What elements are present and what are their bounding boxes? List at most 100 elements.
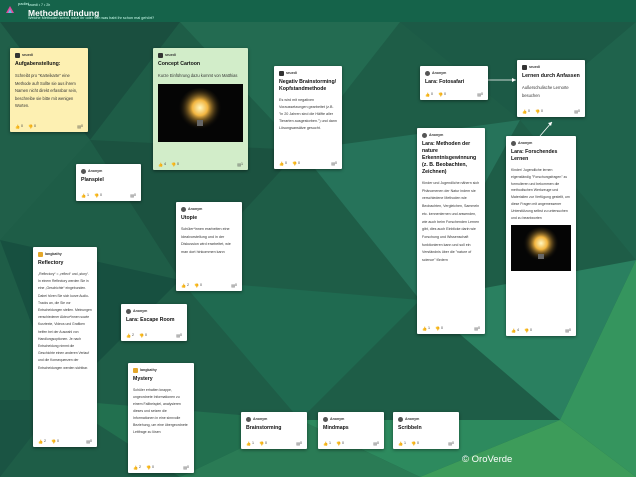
thumbs-up-icon[interactable]: 👍 [398,441,403,446]
comment-count: 0 [569,328,571,332]
card-title: Aufgabenstellung: [15,61,61,67]
card-scribbeln[interactable]: Anonym Scribbeln 👍 1 👎 0 ▤ 0 [393,412,459,449]
thumbs-down-icon[interactable]: 👎 [139,333,144,338]
avatar [38,251,43,257]
like-count: 1 [251,441,254,445]
card-text: Kurze Einführung dazu kommt von Matthias [158,73,238,78]
like-count: 0 [20,124,23,128]
thumbs-down-icon[interactable]: 👎 [438,92,443,97]
thumbs-up-icon[interactable]: 👍 [246,441,251,446]
thumbs-up-icon[interactable]: 👍 [133,465,138,470]
card-text: Schreibt pro "Karteikarte" eine Methode … [15,73,78,109]
card-text: Kinder/ Jugendliche lernen eigenständig … [511,168,570,220]
card-author: Anonym [253,417,268,421]
card-text: „Reflectory“ = „reflect“ und „story“. In… [38,272,92,370]
card-title: Lara: Fotosafari [425,79,465,85]
card-footer: 👍 1 👎 0 ▤ 0 [246,440,302,446]
lightbulb-image[interactable] [158,83,243,142]
like-count: 1 [86,193,89,197]
card-title: Lernen durch Anfassen [522,73,580,79]
like-count: 1 [328,441,331,445]
avatar [522,64,527,70]
card-author: Anonym [133,309,148,313]
avatar [181,206,186,212]
comment-count: 1 [241,162,243,166]
thumbs-up-icon[interactable]: 👍 [425,92,430,97]
thumbs-down-icon[interactable]: 👎 [535,109,540,114]
card-text: Außerschulische Lernorte besuchen [522,85,569,98]
like-count: 2 [138,465,141,469]
card-title: Negativ Brainstorming/ Kopfstandmethode [279,79,337,92]
card-brainstorming[interactable]: Anonym Brainstorming 👍 1 👎 0 ▤ 0 [241,412,307,449]
thumbs-down-icon[interactable]: 👎 [411,441,416,446]
like-count: 2 [43,439,46,443]
card-concept-cartoon[interactable]: sruedi Concept Cartoon Kurze Einführung … [153,48,248,170]
card-footer: 👍 4 👎 0 ▤ 0 [511,327,571,333]
card-footer: 👍 1 👎 0 ▤ 0 [422,325,480,331]
thumbs-up-icon[interactable]: 👍 [15,124,20,129]
card-mystery[interactable]: langkathy Mystery Schüler erhalten knapp… [128,363,194,473]
comment-count: 0 [578,109,580,113]
avatar [511,140,516,146]
thumbs-up-icon[interactable]: 👍 [38,439,43,444]
like-count: 0 [284,161,287,165]
thumbs-down-icon[interactable]: 👎 [28,124,33,129]
card-author: Anonym [405,417,420,421]
dislike-count: 0 [144,333,147,337]
lightbulb-image[interactable] [511,225,571,272]
thumbs-up-icon[interactable]: 👍 [126,333,131,338]
thumbs-up-icon[interactable]: 👍 [522,109,527,114]
dislike-count: 0 [99,193,102,197]
card-methoden-erkenntnisgewinnung[interactable]: Anonym Lara: Methoden der nature Erkennt… [417,128,485,334]
thumbs-up-icon[interactable]: 👍 [181,283,186,288]
comment-count: 0 [377,441,379,445]
thumbs-down-icon[interactable]: 👎 [94,193,99,198]
card-footer: 👍 2 👎 0 ▤ 0 [126,332,182,338]
card-author: Anonym [432,71,447,75]
thumbs-down-icon[interactable]: 👎 [146,465,151,470]
card-lernen-durch-anfassen[interactable]: sruedi Lernen durch Anfassen Außerschuli… [517,60,585,117]
card-planspiel[interactable]: Anonym Planspiel 👍 1 👎 0 ▤ 0 [76,164,141,201]
card-author: sruedi [529,65,540,69]
card-footer: 👍 2 👎 0 ▤ 0 [181,282,237,288]
thumbs-down-icon[interactable]: 👎 [194,283,199,288]
card-footer: 👍 1 👎 0 ▤ 0 [81,192,136,198]
card-fotosafari[interactable]: Anonym Lara: Fotosafari 👍 0 👎 0 ▤ 0 [420,66,488,100]
thumbs-up-icon[interactable]: 👍 [279,161,284,166]
card-author: Anonym [330,417,345,421]
card-author: Anonym [188,207,203,211]
comment-count: 0 [187,465,189,469]
avatar [158,52,163,58]
thumbs-up-icon[interactable]: 👍 [81,193,86,198]
thumbs-up-icon[interactable]: 👍 [158,162,163,167]
card-aufgabenstellung[interactable]: sruedi Aufgabenstellung: Schreibt pro "K… [10,48,88,132]
thumbs-down-icon[interactable]: 👎 [171,162,176,167]
card-forschendes-lernen[interactable]: Anonym Lara: Forschendes Lernen Kinder/ … [506,136,576,336]
card-utopie[interactable]: Anonym Utopie Schüler*innen erarbeiten e… [176,202,242,291]
card-title: Mindmaps [323,425,349,431]
thumbs-up-icon[interactable]: 👍 [511,328,516,333]
padlet-logo-icon[interactable] [4,4,16,16]
avatar [126,308,131,314]
dislike-count: 0 [56,439,59,443]
card-footer: 👍 0 👎 0 ▤ 0 [522,108,580,114]
card-reflectory[interactable]: langkathy Reflectory „Reflectory“ = „ref… [33,247,97,447]
thumbs-down-icon[interactable]: 👎 [435,326,440,331]
card-footer: 👍 4 👎 0 ▤ 1 [158,161,243,167]
thumbs-down-icon[interactable]: 👎 [259,441,264,446]
thumbs-down-icon[interactable]: 👎 [292,161,297,166]
thumbs-up-icon[interactable]: 👍 [323,441,328,446]
card-text: Es wird mit negativen Voraussetzungen ge… [279,98,337,130]
thumbs-up-icon[interactable]: 👍 [422,326,427,331]
thumbs-down-icon[interactable]: 👎 [51,439,56,444]
card-negativ-brainstorming[interactable]: sruedi Negativ Brainstorming/ Kopfstandm… [274,66,342,169]
card-title: Lara: Forschendes Lernen [511,149,558,162]
avatar [133,367,138,373]
like-count: 4 [163,162,166,166]
card-mindmaps[interactable]: Anonym Mindmaps 👍 1 👎 0 ▤ 0 [318,412,384,449]
comment-count: 0 [180,333,182,337]
card-escape-room[interactable]: Anonym Lara: Escape Room 👍 2 👎 0 ▤ 0 [121,304,187,341]
thumbs-down-icon[interactable]: 👎 [524,328,529,333]
thumbs-down-icon[interactable]: 👎 [336,441,341,446]
card-author: langkathy [140,368,157,372]
